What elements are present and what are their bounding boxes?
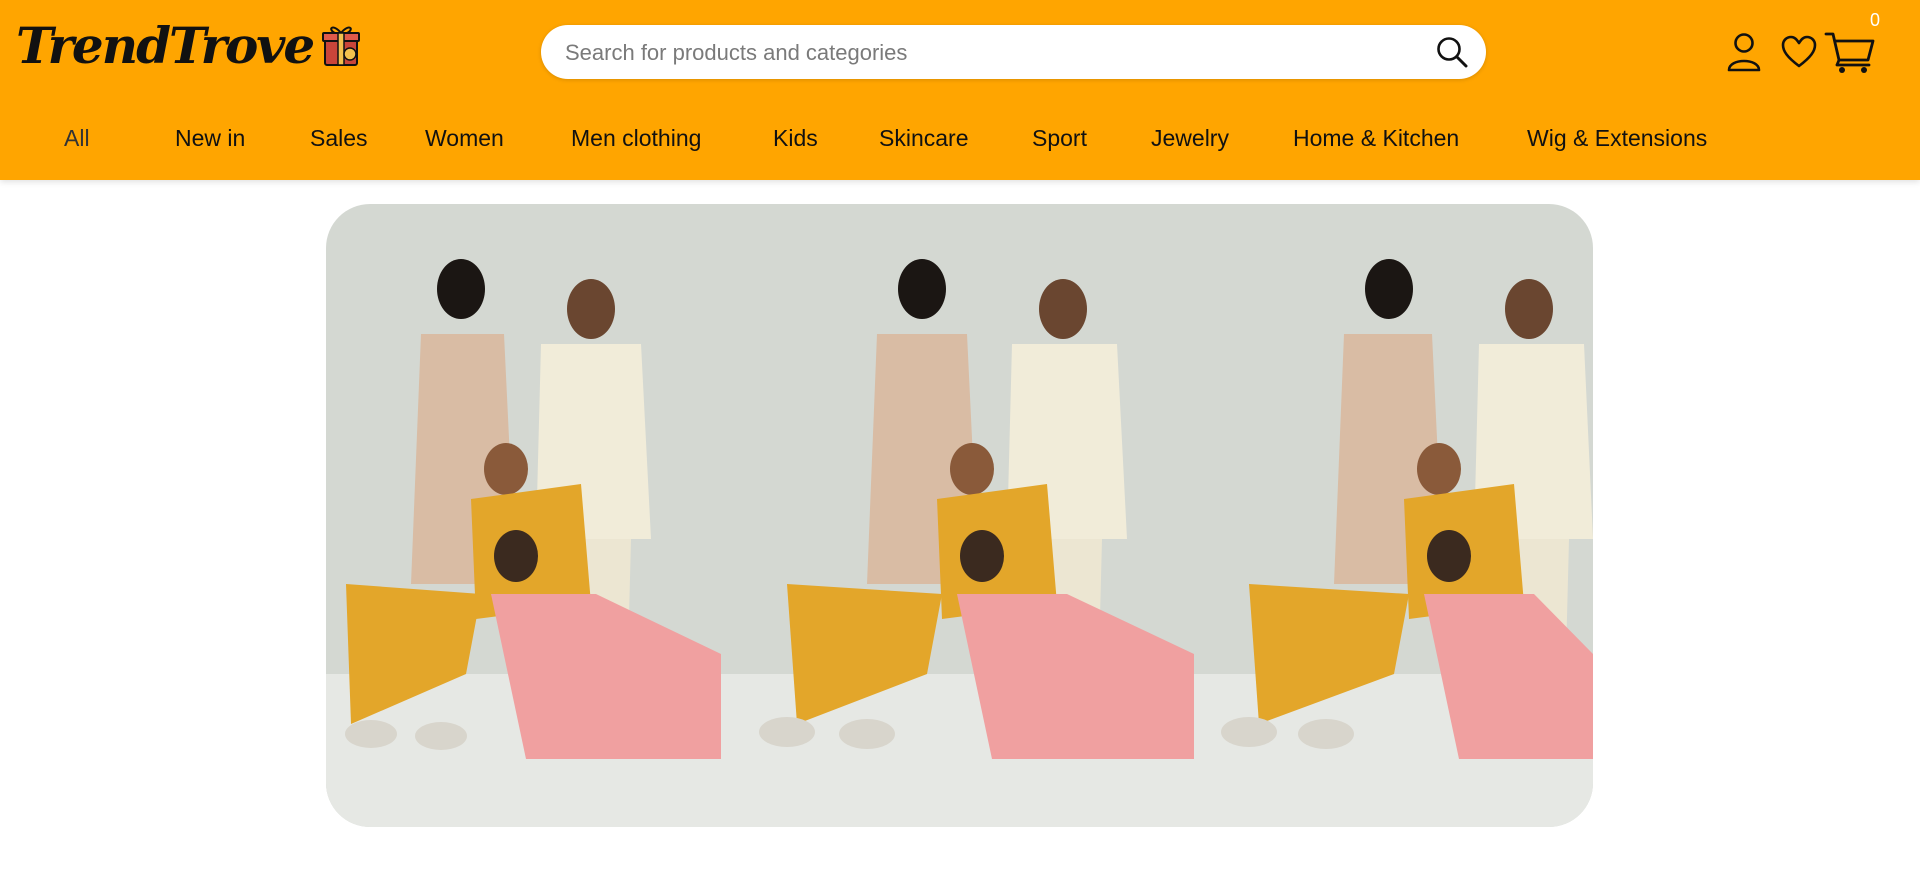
nav-item-sport[interactable]: Sport <box>1032 118 1087 158</box>
search-icon[interactable] <box>1436 36 1468 68</box>
hero-banner-image <box>1194 204 1593 827</box>
cart-count-badge: 0 <box>1870 10 1881 30</box>
hero-banner-image <box>727 204 1194 827</box>
nav-item-skincare[interactable]: Skincare <box>879 118 968 158</box>
gift-icon <box>322 26 361 66</box>
user-icon[interactable] <box>1726 32 1762 72</box>
cart-icon[interactable] <box>1824 30 1876 74</box>
nav-item-wig-extensions[interactable]: Wig & Extensions <box>1527 118 1707 158</box>
hero-banner-image <box>326 204 727 827</box>
hero-banner-carousel[interactable] <box>326 204 1593 827</box>
search-input[interactable] <box>563 25 1417 81</box>
nav-item-men-clothing[interactable]: Men clothing <box>571 118 701 158</box>
hero-banner-panel[interactable] <box>1194 204 1593 827</box>
hero-banner-panel[interactable] <box>727 204 1194 827</box>
nav-item-home-kitchen[interactable]: Home & Kitchen <box>1293 118 1459 158</box>
site-header: TrendTrove 0 All New in Sales <box>0 0 1920 180</box>
nav-item-new-in[interactable]: New in <box>175 118 245 158</box>
nav-item-sales[interactable]: Sales <box>310 118 368 158</box>
nav-item-women[interactable]: Women <box>425 118 504 158</box>
brand-name: TrendTrove <box>16 15 315 75</box>
hero-banner-panel[interactable] <box>326 204 727 827</box>
brand-logo[interactable]: TrendTrove <box>16 14 361 76</box>
search-bar <box>541 25 1486 81</box>
heart-icon[interactable] <box>1781 35 1817 69</box>
nav-item-kids[interactable]: Kids <box>773 118 818 158</box>
nav-item-jewelry[interactable]: Jewelry <box>1151 118 1229 158</box>
category-nav: All New in Sales Women Men clothing Kids… <box>0 118 1920 158</box>
nav-item-all[interactable]: All <box>64 118 90 158</box>
